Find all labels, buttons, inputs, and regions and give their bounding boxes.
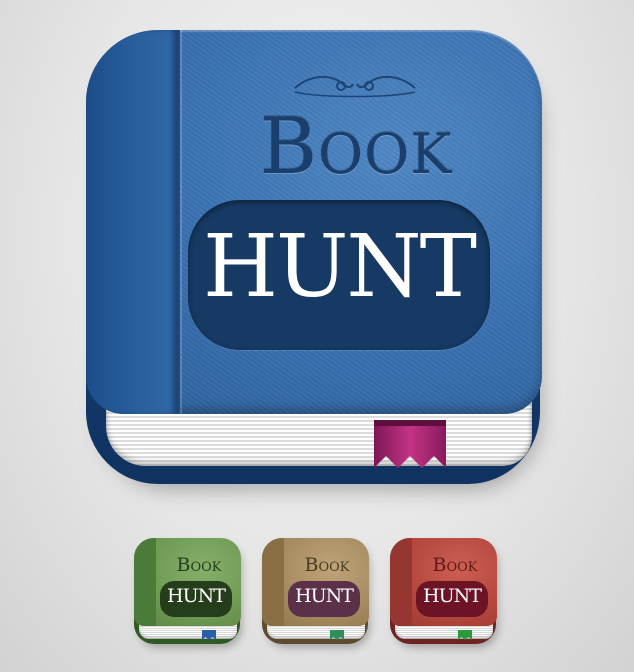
book-spine [86, 30, 180, 414]
variant-spine [262, 538, 284, 626]
variant-spine [390, 538, 412, 626]
variant-icon-brown[interactable]: Book HUNT [262, 538, 370, 648]
variant-spine [134, 538, 156, 626]
variant-title-book: Book [432, 554, 478, 576]
variant-title-book: Book [176, 554, 222, 576]
variant-icon-green[interactable]: Book HUNT [134, 538, 242, 648]
variant-bookmark-icon [458, 630, 472, 640]
variant-title-book: Book [304, 554, 350, 576]
variant-title-hunt: HUNT [167, 585, 226, 607]
variant-bookmark-icon [202, 630, 216, 640]
variant-title-hunt: HUNT [423, 585, 482, 607]
variant-title-hunt: HUNT [295, 585, 354, 607]
title-hunt-text: HUNT [202, 217, 477, 317]
bookmark-ribbon-icon [374, 420, 446, 468]
variant-bookmark-icon [330, 630, 344, 640]
book-hunt-app-icon[interactable]: Book HUNT [86, 30, 546, 490]
title-book-text: Book [259, 102, 453, 192]
flourish-ornament-icon [294, 76, 416, 98]
variant-icon-red[interactable]: Book HUNT [390, 538, 498, 648]
spine-highlight [180, 30, 182, 414]
